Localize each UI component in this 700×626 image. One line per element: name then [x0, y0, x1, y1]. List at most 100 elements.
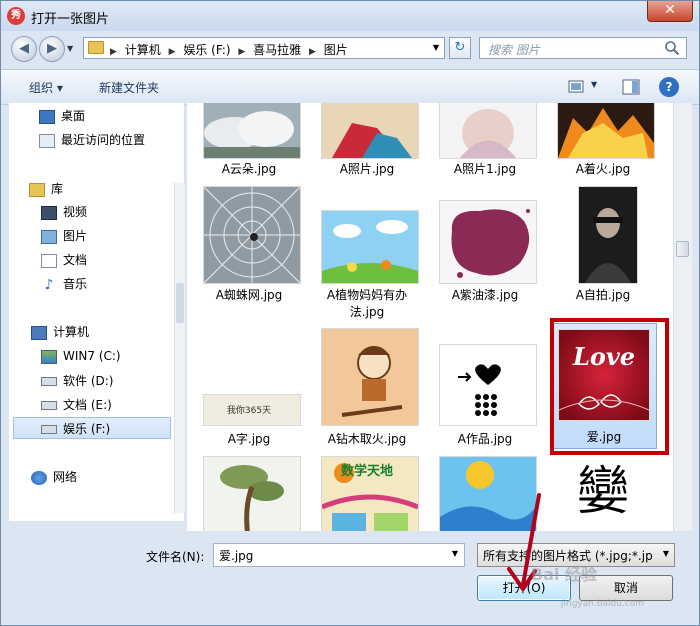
watermark-url: jingyan.baidu.com — [561, 599, 645, 609]
sidebar-item-documents[interactable]: 文档 — [41, 249, 87, 271]
file-name: A钻木取火.jpg — [327, 432, 407, 446]
sidebar-item-drive-d[interactable]: 软件 (D:) — [41, 370, 113, 392]
bonsai-thumbnail — [204, 457, 300, 531]
artwork-thumbnail — [440, 345, 536, 425]
filename-label: 文件名(N): — [146, 550, 205, 564]
sidebar-scroll-thumb[interactable] — [176, 283, 184, 323]
video-icon — [41, 205, 57, 220]
filename-dropdown-icon[interactable]: ▼ — [452, 549, 458, 558]
sidebar-scrollbar[interactable] — [174, 183, 185, 513]
filename-value: 爱.jpg — [219, 549, 254, 563]
purple-paint-thumbnail — [440, 201, 536, 283]
sidebar-item-videos[interactable]: 视频 — [41, 201, 87, 223]
sidebar-item-drive-f[interactable]: 娱乐 (F:) — [13, 417, 171, 439]
spiderweb-thumbnail — [204, 187, 300, 283]
list-item[interactable]: A植物妈妈有办 法.jpg — [309, 187, 425, 319]
refresh-button[interactable]: ↻ — [449, 37, 471, 59]
list-item[interactable]: A作品.jpg — [427, 329, 543, 451]
plant-mom-thumbnail — [322, 211, 418, 283]
address-dropdown-icon[interactable]: ▼ — [433, 43, 439, 52]
search-icon[interactable] — [664, 40, 680, 56]
new-folder-button[interactable]: 新建文件夹 — [99, 79, 159, 96]
recent-places-icon — [39, 133, 55, 148]
preview-pane-icon[interactable] — [621, 77, 641, 97]
sidebar-item-computer[interactable]: 计算机 — [31, 321, 89, 343]
watermark: Bai 经验 — [531, 565, 598, 584]
list-item[interactable]: A紫油漆.jpg — [427, 187, 543, 317]
back-button[interactable]: ◀ — [11, 36, 37, 62]
list-item[interactable]: A钻木取火.jpg — [309, 329, 425, 451]
sidebar-item-music[interactable]: ♪ 音乐 — [41, 273, 87, 295]
file-list-scrollbar[interactable] — [673, 103, 692, 531]
sidebar-item-library[interactable]: 库 — [29, 178, 63, 200]
sidebar-item-pictures[interactable]: 图片 — [41, 225, 87, 247]
folder-icon — [88, 41, 104, 54]
file-name: A云朵.jpg — [221, 162, 277, 176]
cloud-thumbnail — [204, 103, 300, 158]
list-item[interactable]: A自拍.jpg — [545, 187, 661, 317]
list-item[interactable]: 数学天地 — [309, 457, 425, 531]
list-item[interactable]: A着火.jpg — [545, 103, 661, 183]
chevron-right-icon[interactable]: ▶ — [238, 47, 245, 57]
pictures-icon — [41, 229, 57, 244]
breadcrumb-computer[interactable]: 计算机 — [125, 43, 161, 57]
list-item[interactable]: A蜘蛛网.jpg — [191, 187, 307, 317]
drive-e-icon — [41, 401, 57, 410]
search-input[interactable]: 搜索 图片 — [479, 37, 687, 59]
desktop-icon — [39, 109, 55, 124]
selection-highlight-frame — [550, 318, 669, 455]
list-item[interactable]: A照片1.jpg — [427, 103, 543, 183]
chevron-right-icon[interactable]: ▶ — [309, 47, 316, 57]
list-item[interactable] — [191, 457, 307, 531]
view-options-icon[interactable] — [567, 77, 587, 97]
close-button[interactable]: ✕ — [647, 1, 693, 22]
sidebar-item-desktop[interactable]: 桌面 — [39, 105, 85, 127]
file-name: A紫油漆.jpg — [451, 288, 519, 302]
poster-thumbnail-text: 数学天地 — [340, 464, 393, 479]
address-bar[interactable]: ▶ 计算机 ▶ 娱乐 (F:) ▶ 喜马拉雅 ▶ 图片 ▼ — [83, 37, 445, 59]
title-bar[interactable]: 秀 打开一张图片 ✕ — [1, 1, 699, 31]
sidebar-item-drive-c[interactable]: WIN7 (C:) — [41, 345, 121, 367]
drive-c-icon — [41, 349, 57, 364]
window-title: 打开一张图片 — [31, 12, 110, 27]
list-item[interactable] — [427, 457, 543, 531]
breadcrumb-drive-f[interactable]: 娱乐 (F:) — [183, 43, 230, 57]
app-logo-icon: 秀 — [7, 7, 25, 25]
help-icon[interactable]: ? — [659, 77, 679, 97]
sidebar-item-network[interactable]: 网络 — [31, 466, 77, 488]
view-dropdown-icon[interactable]: ▼ — [591, 80, 597, 89]
list-item[interactable]: A云朵.jpg — [191, 103, 307, 183]
file-name: A照片1.jpg — [453, 162, 517, 176]
selfie-thumbnail — [579, 187, 637, 283]
sun-painting-thumbnail — [440, 457, 536, 531]
file-name: A植物妈妈有办 — [326, 288, 408, 302]
breadcrumb-himalaya[interactable]: 喜马拉雅 — [253, 43, 301, 57]
list-item[interactable]: 我你365天 A字.jpg — [191, 329, 307, 451]
list-item[interactable]: A照片.jpg — [309, 103, 425, 183]
sidebar-item-drive-e[interactable]: 文档 (E:) — [41, 394, 112, 416]
word-card-text: 我你365天 — [226, 406, 272, 416]
chevron-right-icon[interactable]: ▶ — [169, 47, 176, 57]
navigation-pane: 桌面 最近访问的位置 库 视频 图片 文档 ♪ 音乐 计算机 WIN7 (C:) … — [9, 103, 185, 521]
drill-fire-thumbnail — [322, 329, 418, 425]
search-placeholder: 搜索 图片 — [488, 43, 540, 57]
forward-button[interactable]: ▶ — [39, 36, 65, 62]
music-icon: ♪ — [44, 276, 54, 293]
file-list-scroll-thumb[interactable] — [676, 241, 689, 257]
list-item[interactable]: 孌 — [545, 457, 661, 531]
file-name: A作品.jpg — [457, 432, 513, 446]
command-bar: 组织 ▾ 新建文件夹 ▼ ? — [1, 69, 699, 105]
photo1-thumbnail — [440, 103, 536, 158]
file-name-continued: 法.jpg — [349, 305, 385, 319]
organize-button[interactable]: 组织 ▾ — [29, 79, 63, 96]
filetype-dropdown-icon[interactable]: ▼ — [663, 549, 669, 558]
file-name: A蜘蛛网.jpg — [215, 288, 283, 302]
breadcrumb: ▶ 计算机 ▶ 娱乐 (F:) ▶ 喜马拉雅 ▶ 图片 — [110, 41, 352, 58]
recent-pages-dropdown[interactable]: ▼ — [67, 44, 73, 53]
chevron-right-icon[interactable]: ▶ — [110, 47, 117, 57]
sidebar-item-recent[interactable]: 最近访问的位置 — [39, 129, 145, 151]
file-name: A字.jpg — [227, 432, 271, 446]
filename-field[interactable]: 爱.jpg ▼ — [213, 543, 465, 567]
breadcrumb-pictures[interactable]: 图片 — [324, 43, 348, 57]
documents-icon — [41, 253, 57, 268]
